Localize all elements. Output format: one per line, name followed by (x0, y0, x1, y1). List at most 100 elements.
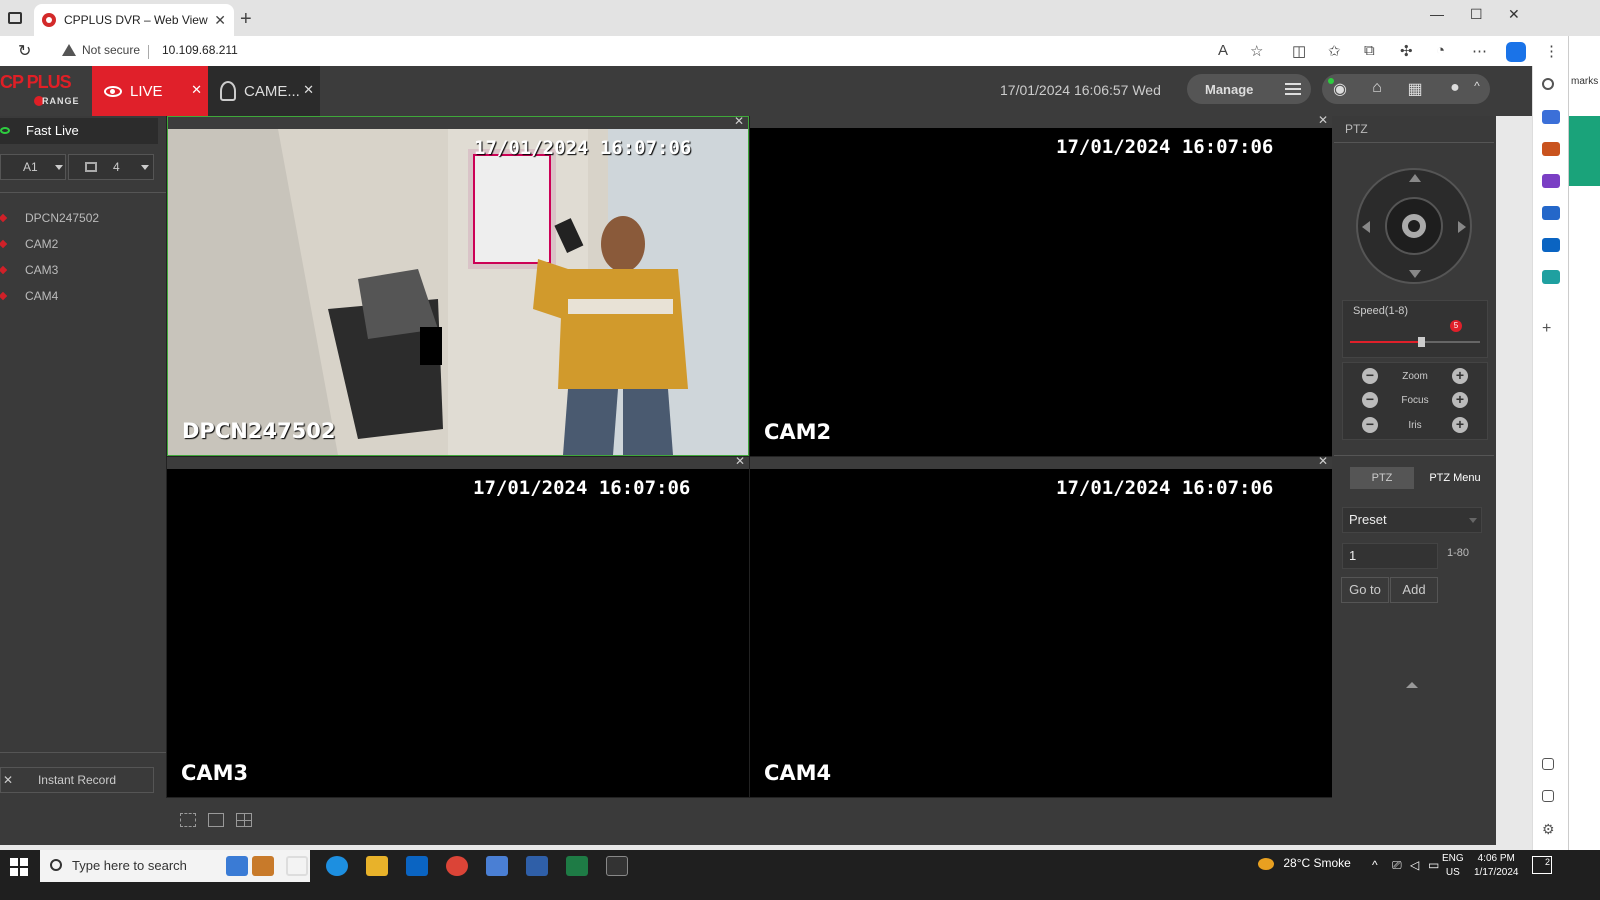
reload-icon[interactable]: ↻ (18, 41, 31, 61)
add-sidebar-icon[interactable]: + (1542, 321, 1560, 337)
preset-select[interactable]: Preset (1342, 507, 1482, 533)
read-aloud-icon[interactable]: A (1218, 42, 1228, 59)
sidebar-settings-icon[interactable]: ⚙ (1542, 822, 1560, 836)
copilot-taskbar-icon[interactable] (226, 856, 248, 876)
games-icon[interactable] (1542, 174, 1560, 188)
favorite-star-icon[interactable]: ☆ (1250, 42, 1263, 60)
preset-number-input[interactable]: 1 (1342, 543, 1438, 569)
windows-start-icon[interactable] (10, 858, 28, 876)
close-video-icon[interactable]: ✕ (1318, 454, 1328, 468)
send-icon[interactable] (1542, 270, 1560, 284)
hide-sidebar-icon[interactable] (1542, 758, 1554, 770)
extensions-icon[interactable]: ✣ (1400, 42, 1413, 60)
edge-taskbar-icon[interactable] (326, 856, 348, 876)
tab-ptz[interactable]: PTZ (1350, 467, 1414, 489)
goto-button[interactable]: Go to (1341, 577, 1389, 603)
video-cell-3[interactable]: ✕ 17/01/2024 16:07:06 CAM3 (167, 454, 749, 797)
chrome-icon[interactable] (446, 856, 468, 876)
camera-list-item[interactable]: CAM4 (0, 284, 160, 308)
app-icon[interactable] (526, 856, 548, 876)
camera-list-item[interactable]: CAM3 (0, 258, 160, 282)
close-window-icon[interactable]: ✕ (1508, 6, 1520, 23)
tab-actions-icon[interactable] (8, 12, 22, 24)
grid-select[interactable]: 4 (68, 154, 154, 180)
iris-minus-button[interactable]: − (1362, 417, 1378, 433)
tab-ptz-menu[interactable]: PTZ Menu (1418, 467, 1492, 489)
ptz-direction-pad[interactable] (1356, 168, 1472, 284)
camera-list-item[interactable]: CAM2 (0, 232, 160, 256)
tools-icon[interactable] (1542, 142, 1560, 156)
store-icon[interactable] (486, 856, 508, 876)
close-video-icon[interactable]: ✕ (734, 114, 744, 128)
focus-minus-button[interactable]: − (1362, 392, 1378, 408)
language-indicator[interactable]: ENG US (1442, 852, 1464, 880)
add-preset-button[interactable]: Add (1390, 577, 1438, 603)
weather-widget[interactable]: 28°C Smoke (1258, 856, 1351, 870)
ptz-center[interactable] (1385, 197, 1443, 255)
single-view-icon[interactable] (208, 813, 224, 827)
shopping-icon[interactable] (1542, 110, 1560, 124)
arrow-left-icon[interactable] (1362, 221, 1370, 233)
fullscreen-icon[interactable] (180, 813, 196, 827)
device-select[interactable]: A1 (0, 154, 66, 180)
split-screen-icon[interactable]: ◫ (1292, 42, 1306, 60)
task-view-icon[interactable] (286, 856, 308, 876)
collections-icon[interactable]: ⧉ (1364, 42, 1375, 59)
speed-slider-handle[interactable] (1418, 337, 1425, 347)
close-video-icon[interactable]: ✕ (735, 454, 745, 468)
microsoft365-icon[interactable] (1542, 206, 1560, 220)
chevron-up-icon[interactable]: ^ (1466, 79, 1488, 99)
favorites-icon[interactable]: ✩ (1328, 42, 1341, 60)
fast-live-header[interactable]: Fast Live (0, 118, 158, 144)
terminal-icon[interactable] (606, 856, 628, 876)
focus-plus-button[interactable]: + (1452, 392, 1468, 408)
video-cell-2[interactable]: ✕ 17/01/2024 16:07:06 CAM2 (750, 113, 1332, 456)
notification-center-icon[interactable]: 2 (1532, 856, 1552, 874)
file-explorer-icon[interactable] (366, 856, 388, 876)
collapse-icon[interactable] (1406, 682, 1418, 688)
arrow-right-icon[interactable] (1458, 221, 1466, 233)
taskbar-clock[interactable]: 4:06 PM 1/17/2024 (1474, 852, 1519, 880)
arrow-up-icon[interactable] (1409, 174, 1421, 182)
tab-live[interactable]: LIVE ✕ (92, 66, 208, 116)
video-cell-1[interactable]: ✕ 17/01/2024 16:07:06 DPCN247502 (167, 114, 749, 456)
maximize-icon[interactable]: ☐ (1470, 6, 1483, 23)
close-tab-icon[interactable]: ✕ (214, 12, 226, 29)
widgets-icon[interactable] (252, 856, 274, 876)
instant-record-button[interactable]: ✕ Instant Record (0, 767, 154, 793)
iris-plus-button[interactable]: + (1452, 417, 1468, 433)
camera-list-item[interactable]: DPCN247502 (0, 206, 160, 230)
open-external-icon[interactable] (1542, 790, 1554, 802)
quad-view-icon[interactable] (236, 813, 252, 827)
user-icon[interactable]: ● (1444, 79, 1466, 99)
battery-icon[interactable]: ▭ (1428, 858, 1439, 872)
zoom-out-button[interactable]: − (1362, 368, 1378, 384)
close-live-tab-icon[interactable]: ✕ (191, 82, 202, 98)
excel-icon[interactable] (566, 856, 588, 876)
volume-icon[interactable]: ◁ (1410, 858, 1419, 872)
search-sidebar-icon[interactable] (1542, 78, 1554, 90)
url-field[interactable]: 10.109.68.211 (162, 43, 238, 57)
grid-layout-icon[interactable]: ▦ (1404, 79, 1426, 99)
tray-chevron-icon[interactable]: ^ (1372, 858, 1378, 872)
copilot-icon[interactable] (1506, 42, 1526, 62)
side-more-icon[interactable]: ⋮ (1544, 42, 1559, 60)
browser-tab[interactable]: CPPLUS DVR – Web View ✕ (34, 4, 234, 36)
security-warning[interactable]: Not secure (62, 43, 140, 57)
new-tab-icon[interactable]: + (240, 8, 252, 31)
preview-eye-icon[interactable]: ◉ (1329, 79, 1351, 99)
network-icon[interactable]: ⎚ (1392, 858, 1402, 873)
more-menu-icon[interactable]: ⋯ (1472, 42, 1487, 60)
home-icon[interactable]: ⌂ (1366, 79, 1388, 99)
close-camera-tab-icon[interactable]: ✕ (303, 82, 314, 98)
close-video-icon[interactable]: ✕ (1318, 113, 1328, 127)
outlook-taskbar-icon[interactable] (406, 856, 428, 876)
minimize-icon[interactable]: — (1430, 6, 1444, 22)
performance-icon[interactable]: ◔ (1436, 42, 1445, 59)
manage-button[interactable]: Manage (1187, 74, 1311, 104)
tab-camera[interactable]: CAME... ✕ (208, 66, 320, 116)
video-cell-4[interactable]: ✕ 17/01/2024 16:07:06 CAM4 (750, 454, 1332, 797)
outlook-icon[interactable] (1542, 238, 1560, 252)
arrow-down-icon[interactable] (1409, 270, 1421, 278)
zoom-in-button[interactable]: + (1452, 368, 1468, 384)
